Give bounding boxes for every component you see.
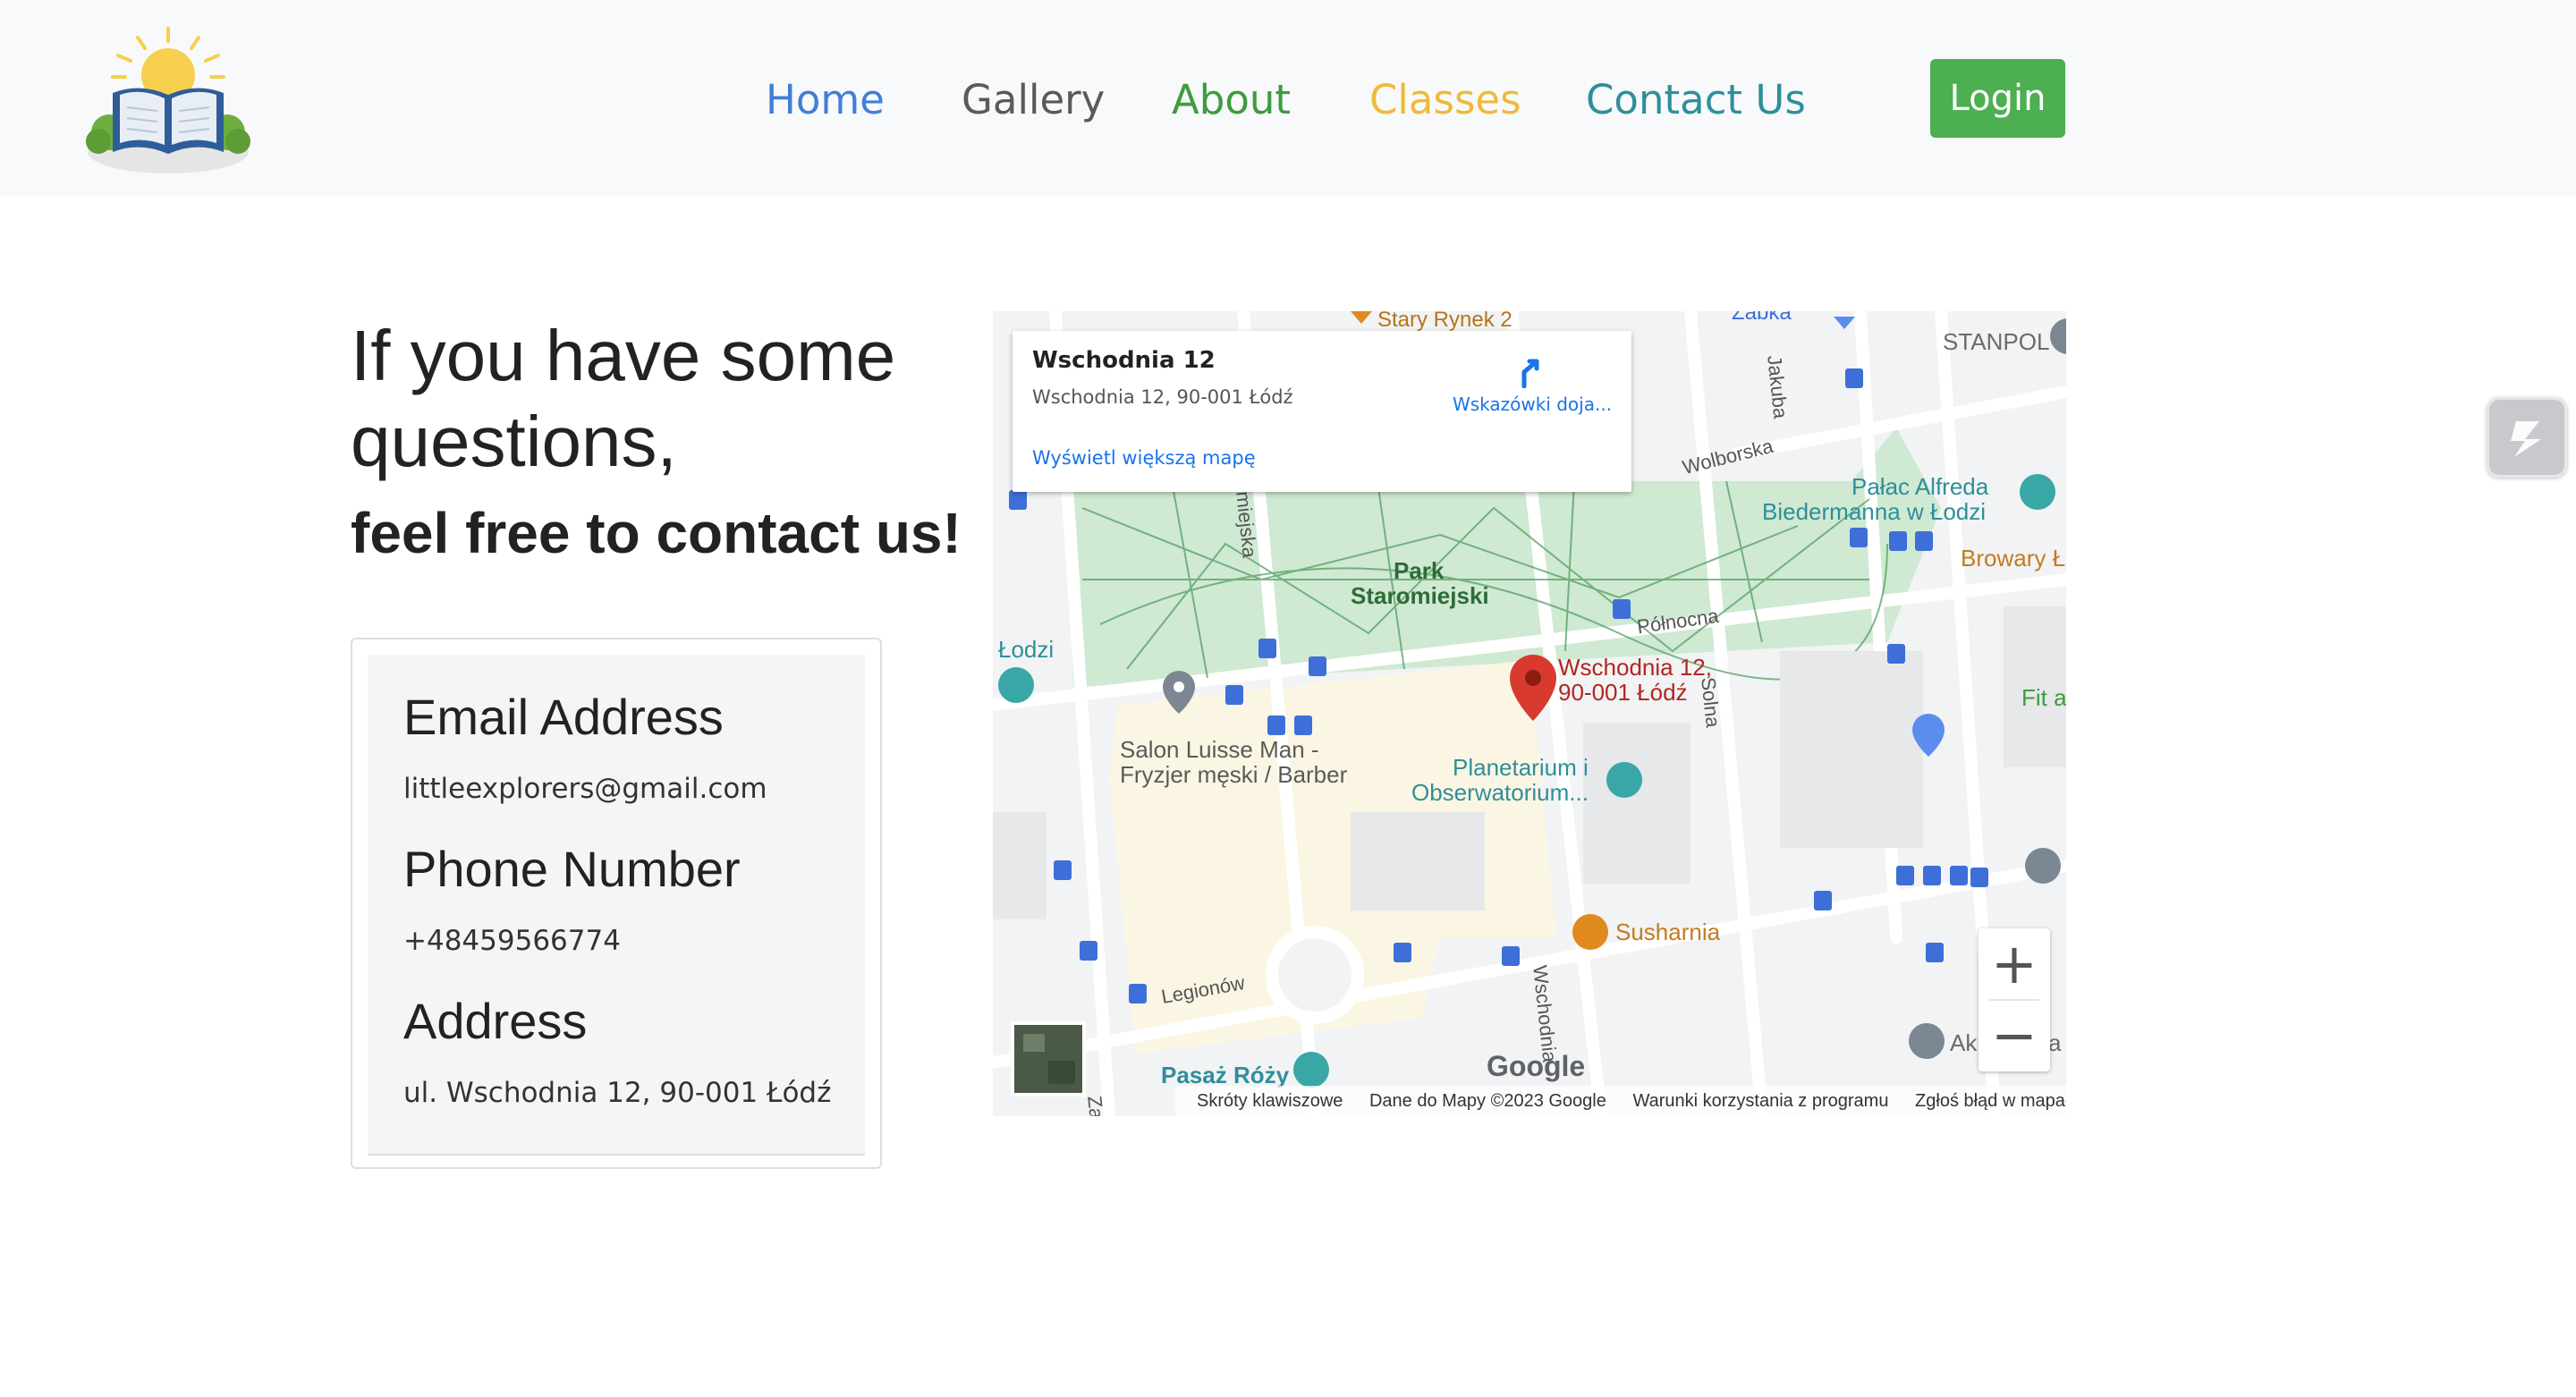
poi-label-stanpol[interactable]: STANPOL [1943, 329, 2049, 354]
place-address: Wschodnia 12, 90-001 Łódź [1032, 386, 1293, 408]
embedded-map[interactable]: Stary Rynek 2 Żabka STANPOL Pałac Alfred… [993, 311, 2066, 1116]
navbar: Home Gallery About Classes Contact Us Lo… [0, 0, 2576, 197]
nav-classes-link[interactable]: Classes [1369, 72, 1521, 129]
book-sun-logo-icon [86, 27, 250, 174]
zoom-control: + − [1979, 928, 2050, 1071]
contact-subheading: feel free to contact us! [351, 501, 962, 565]
nav-home-link[interactable]: Home [766, 72, 885, 129]
poi-label-fit[interactable]: Fit a [2021, 685, 2066, 710]
directions-label: Wskazówki doja... [1452, 394, 1613, 415]
poi-label-browary[interactable]: Browary Ł [1961, 546, 2065, 571]
keyboard-shortcuts-link[interactable]: Skróty klawiszowe [1197, 1091, 1343, 1111]
email-value: littleexplorers@gmail.com [403, 773, 767, 805]
poi-label-salon-line2[interactable]: Fryzjer męski / Barber [1120, 762, 1347, 787]
poi-label-palac-line2[interactable]: Biedermanna w Łodzi [1762, 499, 1986, 524]
report-error-link[interactable]: Zgłoś błąd w mapach [1915, 1091, 2066, 1111]
nav-contact-link[interactable]: Contact Us [1586, 72, 1806, 129]
poi-label-stary-rynek[interactable]: Stary Rynek 2 [1377, 311, 1513, 333]
directions-button[interactable]: Wskazówki doja... [1447, 349, 1617, 420]
poi-label-planetarium-line1[interactable]: Planetarium i [1453, 755, 1589, 780]
marker-label-line2[interactable]: 90-001 Łódź [1558, 680, 1688, 705]
view-larger-map-link[interactable]: Wyświetl większą mapę [1032, 447, 1256, 469]
park-label-line2: Staromiejski [1351, 582, 1489, 609]
phone-label: Phone Number [403, 841, 741, 897]
google-logo: Google [1487, 1050, 1586, 1082]
poi-label-palac-line1[interactable]: Pałac Alfreda [1852, 474, 1988, 499]
zoom-in-button[interactable]: + [1979, 928, 2050, 1000]
map-data-attribution[interactable]: Dane do Mapy ©2023 Google [1369, 1091, 1606, 1111]
poi-label-zabka[interactable]: Żabka [1732, 311, 1792, 326]
street-label-za: Za [1083, 1095, 1108, 1116]
address-label: Address [403, 993, 588, 1049]
poi-label-a[interactable]: a [2048, 1030, 2061, 1055]
park-label-line1: Park [1394, 557, 1445, 584]
site-logo[interactable] [86, 25, 250, 177]
marker-label-line1[interactable]: Wschodnia 12, [1558, 655, 1712, 680]
nav-gallery-link[interactable]: Gallery [962, 72, 1105, 129]
poi-label-pasaz[interactable]: Pasaż Róży [1161, 1063, 1289, 1088]
poi-label-planetarium-line2[interactable]: Obserwatorium... [1411, 780, 1589, 805]
lightning-icon [2511, 421, 2541, 457]
place-info-card: Wschodnia 12 Wschodnia 12, 90-001 Łódź W… [1013, 331, 1631, 492]
zoom-out-button[interactable]: − [1979, 1000, 2050, 1071]
login-button[interactable]: Login [1930, 59, 2065, 138]
poi-label-salon-line1[interactable]: Salon Luisse Man - [1120, 737, 1319, 762]
address-value: ul. Wschodnia 12, 90-001 Łódź [403, 1077, 832, 1109]
email-label: Email Address [403, 689, 724, 745]
contact-info-card: Email Address littleexplorers@gmail.com … [351, 638, 882, 1169]
terms-link[interactable]: Warunki korzystania z programu [1632, 1091, 1888, 1111]
directions-icon [1521, 359, 1539, 388]
contact-info-panel: Email Address littleexplorers@gmail.com … [368, 655, 865, 1156]
contact-heading: If you have some questions, [351, 316, 896, 481]
phone-value: +48459566774 [403, 925, 621, 957]
poi-label-ak[interactable]: Ak [1950, 1030, 1977, 1055]
floating-extension-button[interactable] [2487, 397, 2567, 478]
poi-label-susharnia[interactable]: Susharnia [1615, 919, 1720, 944]
poi-label-lodzi[interactable]: Łodzi [998, 637, 1054, 662]
map-footer: Skróty klawiszowe Dane do Mapy ©2023 Goo… [1175, 1086, 2066, 1116]
place-title: Wschodnia 12 [1032, 347, 1216, 374]
nav-about-link[interactable]: About [1172, 72, 1291, 129]
